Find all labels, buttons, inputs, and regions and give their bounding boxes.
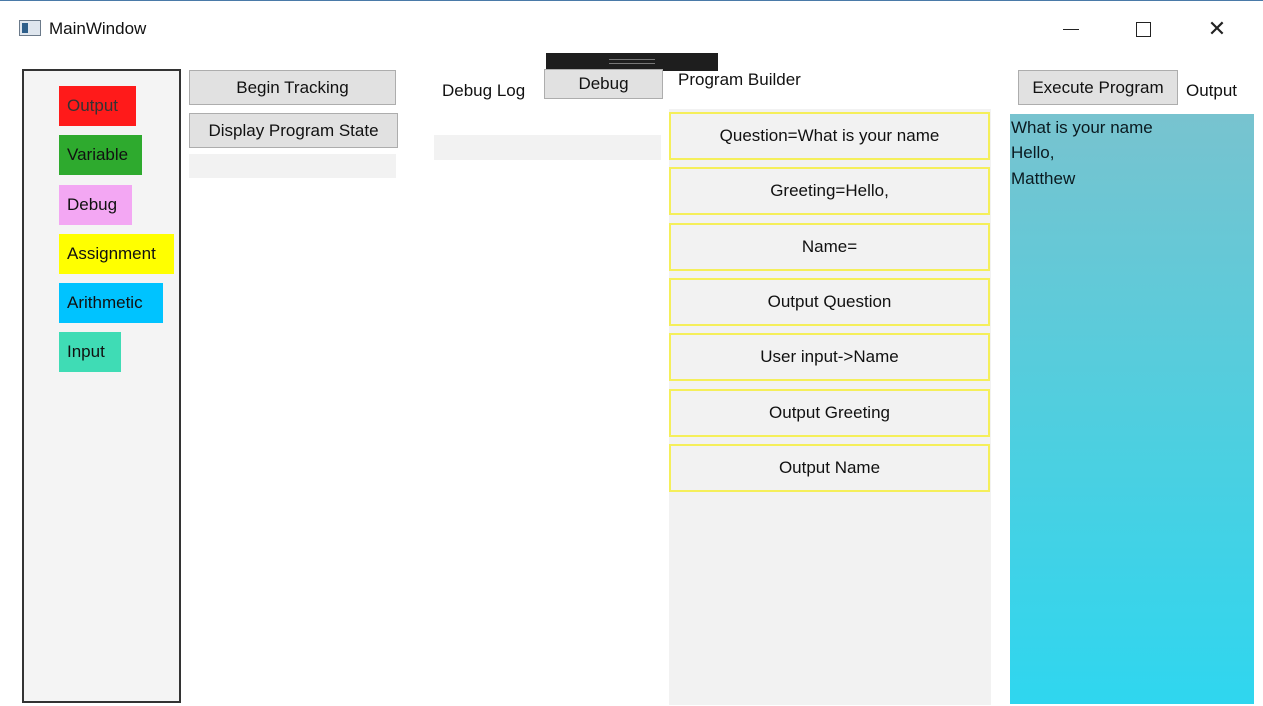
display-program-state-button[interactable]: Display Program State [189,113,398,148]
program-step[interactable]: Output Name [669,444,990,492]
program-builder-panel[interactable]: Question=What is your name Greeting=Hell… [669,109,991,705]
app-icon [19,20,41,36]
output-line: Hello, [1011,143,1055,162]
maximize-icon [1135,21,1151,37]
minimize-icon [1063,28,1079,30]
output-label: Output [1186,81,1238,100]
tool-output[interactable]: Output [59,86,136,126]
close-button[interactable]: ✕ [1194,11,1240,47]
program-step[interactable]: User input->Name [669,333,990,381]
window-title: MainWindow [49,19,147,38]
tool-debug[interactable]: Debug [59,185,132,225]
tool-assignment[interactable]: Assignment [59,234,174,274]
close-icon: ✕ [1207,16,1227,42]
title-bar: MainWindow ✕ [0,1,1263,57]
grip-icon[interactable] [609,59,655,64]
output-line: Matthew [1011,169,1076,188]
execute-program-button[interactable]: Execute Program [1018,70,1178,105]
debug-log-box [434,135,661,160]
output-line: What is your name [1011,118,1153,137]
program-step[interactable]: Greeting=Hello, [669,167,990,215]
debug-button[interactable]: Debug [544,69,663,99]
tool-input[interactable]: Input [59,332,121,372]
program-builder-label: Program Builder [678,70,801,89]
maximize-button[interactable] [1120,11,1166,47]
program-step[interactable]: Question=What is your name [669,112,990,160]
toolbox-panel: Output Variable Debug Assignment Arithme… [22,69,181,703]
main-window: MainWindow ✕ Output Variable Debug Assig… [0,0,1263,706]
output-panel: What is your name Hello, Matthew [1010,114,1254,704]
begin-tracking-button[interactable]: Begin Tracking [189,70,396,105]
minimize-button[interactable] [1048,11,1094,47]
program-step[interactable]: Output Greeting [669,389,990,437]
program-step[interactable]: Name= [669,223,990,271]
tool-variable[interactable]: Variable [59,135,142,175]
debug-log-label: Debug Log [442,81,526,100]
tool-arithmetic[interactable]: Arithmetic [59,283,163,323]
program-state-field [189,154,396,178]
program-step[interactable]: Output Question [669,278,990,326]
